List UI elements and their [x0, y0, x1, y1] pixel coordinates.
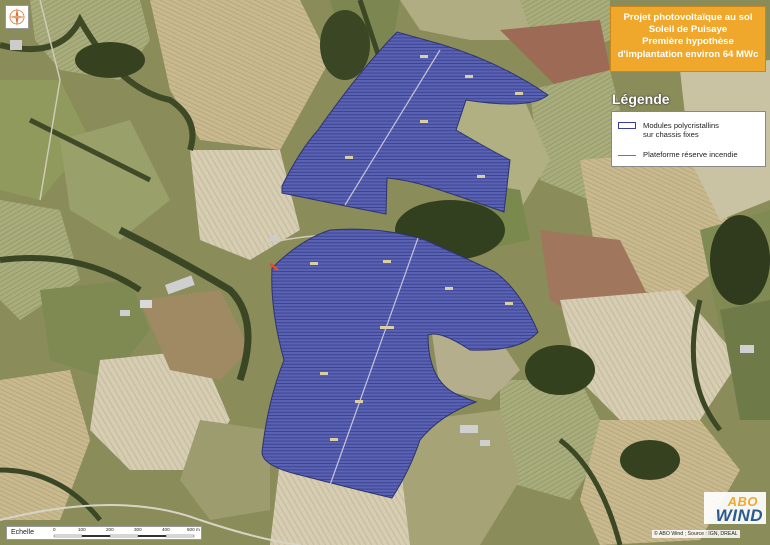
source-credit: © ABO Wind ; Source : IGN, DREAL: [652, 530, 740, 538]
legend-modules-line1: Modules polycristallins: [643, 121, 719, 130]
legend-fire-reserve-label: Plateforme réserve incendie: [643, 150, 738, 159]
scale-tick-0: 0: [53, 527, 56, 532]
scale-tick-100: 100: [78, 527, 86, 532]
scale-tick-300: 300: [134, 527, 142, 532]
logo-wind: WIND: [715, 506, 763, 525]
scale-graphic: [53, 534, 195, 538]
legend-modules-line2: sur chassis fixes: [643, 130, 699, 139]
scale-label: Echelle: [11, 529, 34, 536]
aerial-imagery: [0, 0, 770, 545]
abo-wind-logo: ABO WIND: [704, 492, 766, 525]
legend-item-fire-reserve: Plateforme réserve incendie: [618, 150, 738, 159]
scale-bar: Echelle 0 100 200 300 400 500 m: [6, 526, 202, 540]
scale-tick-200: 200: [106, 527, 114, 532]
legend-item-modules: Modules polycristallins sur chassis fixe…: [618, 121, 719, 139]
title-line-4: d'implantation environ 64 MWc: [617, 48, 759, 60]
project-title-box: Projet photovoltaïque au sol Soleil de P…: [610, 6, 766, 72]
fire-reserve-swatch: [618, 155, 636, 156]
map-view[interactable]: Projet photovoltaïque au sol Soleil de P…: [0, 0, 770, 545]
legend-box: Modules polycristallins sur chassis fixe…: [611, 111, 766, 167]
scale-tick-400: 400: [162, 527, 170, 532]
modules-swatch: [618, 122, 636, 129]
north-arrow: [5, 5, 29, 29]
scale-tick-500: 500 m: [187, 527, 200, 532]
legend-heading: Légende: [612, 91, 670, 107]
title-line-2: Soleil de Puisaye: [648, 24, 728, 36]
title-line-1: Projet photovoltaïque au sol: [623, 12, 753, 23]
title-line-3: Première hypothèse: [642, 36, 734, 48]
